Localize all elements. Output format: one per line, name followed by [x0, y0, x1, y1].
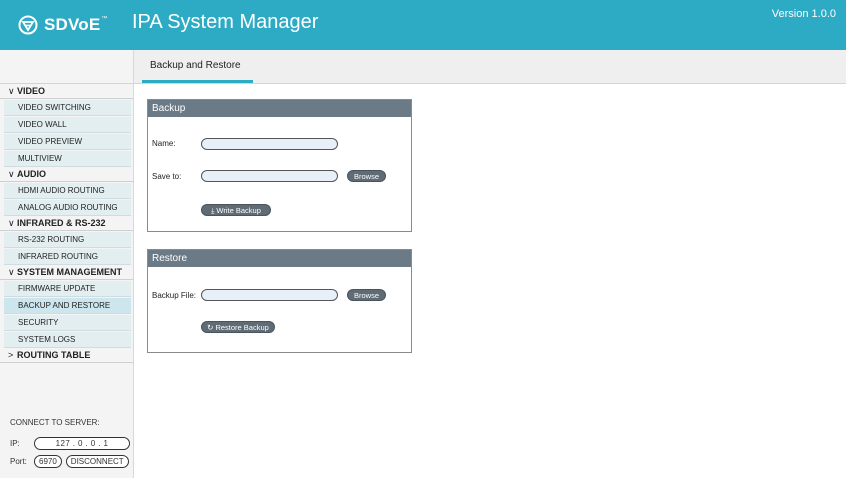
sidebar-group-label: VIDEO: [17, 86, 46, 96]
ip-row: IP: 127 . 0 . 0 . 1: [0, 437, 134, 450]
header-bar: SDVoE ™ IPA System Manager Version 1.0.0: [0, 0, 846, 50]
save-to-input[interactable]: [201, 170, 338, 182]
connect-panel: CONNECT TO SERVER: IP: 127 . 0 . 0 . 1 P…: [0, 418, 134, 473]
sidebar-group-routing-table[interactable]: > ROUTING TABLE: [0, 348, 133, 363]
sidebar-item-rs-232-routing[interactable]: RS-232 ROUTING: [4, 232, 131, 248]
tab-backup-and-restore[interactable]: Backup and Restore: [142, 50, 253, 83]
version-label: Version 1.0.0: [771, 8, 836, 20]
connect-title: CONNECT TO SERVER:: [10, 418, 100, 427]
sidebar-item-backup-and-restore[interactable]: BACKUP AND RESTORE: [4, 298, 131, 314]
sidebar-item-hdmi-audio-routing[interactable]: HDMI AUDIO ROUTING: [4, 183, 131, 199]
chevron-down-icon: ∨: [8, 267, 15, 277]
chevron-right-icon: >: [8, 350, 14, 360]
port-field[interactable]: 6970: [34, 455, 62, 468]
port-row: Port: 6970 DISCONNECT: [0, 455, 134, 468]
sidebar-group-label: AUDIO: [17, 169, 46, 179]
sidebar-group-infrared-and-rs-232[interactable]: ∨ INFRARED & RS-232: [0, 216, 133, 231]
download-icon: ⤓: [211, 206, 215, 215]
sidebar-item-system-logs[interactable]: SYSTEM LOGS: [4, 332, 131, 348]
restore-browse-button[interactable]: Browse: [347, 289, 386, 301]
write-backup-label: Write Backup: [216, 206, 261, 215]
sidebar-item-video-switching[interactable]: VIDEO SWITCHING: [4, 100, 131, 116]
sidebar-group-label: INFRARED & RS-232: [17, 218, 106, 228]
sidebar-group-audio[interactable]: ∨ AUDIO: [0, 167, 133, 182]
port-label: Port:: [10, 457, 27, 466]
name-label: Name:: [152, 139, 176, 148]
backup-name-input[interactable]: [201, 138, 338, 150]
logo-trademark: ™: [101, 16, 108, 22]
sdvoe-logo-icon: [18, 15, 38, 35]
ip-address-field[interactable]: 127 . 0 . 0 . 1: [34, 437, 130, 450]
sidebar-top-spacer: [0, 50, 134, 84]
sidebar-item-firmware-update[interactable]: FIRMWARE UPDATE: [4, 281, 131, 297]
restore-panel: Restore Backup File: Browse ↻ Restore Bac…: [147, 249, 412, 353]
backup-file-label: Backup File:: [152, 291, 197, 300]
sidebar-nav: ∨ VIDEO VIDEO SWITCHING VIDEO WALL VIDEO PRE…: [0, 84, 133, 363]
backup-file-input[interactable]: [201, 289, 338, 301]
write-backup-button[interactable]: ⤓ Write Backup: [201, 204, 271, 216]
tab-bar: Backup and Restore: [134, 50, 846, 84]
sidebar-group-label: ROUTING TABLE: [17, 350, 91, 360]
sidebar-item-analog-audio-routing[interactable]: ANALOG AUDIO ROUTING: [4, 200, 131, 216]
restore-backup-button[interactable]: ↻ Restore Backup: [201, 321, 275, 333]
save-to-label: Save to:: [152, 172, 182, 181]
sidebar-item-video-wall[interactable]: VIDEO WALL: [4, 117, 131, 133]
backup-panel-title: Backup: [148, 100, 411, 117]
refresh-icon: ↻: [207, 323, 214, 332]
sidebar-item-infrared-routing[interactable]: INFRARED ROUTING: [4, 249, 131, 265]
chevron-down-icon: ∨: [8, 86, 15, 96]
chevron-down-icon: ∨: [8, 218, 15, 228]
restore-panel-title: Restore: [148, 250, 411, 267]
app-window: SDVoE ™ IPA System Manager Version 1.0.0…: [0, 0, 846, 478]
sidebar-group-label: SYSTEM MANAGEMENT: [17, 267, 123, 277]
sdvoe-logo: SDVoE ™: [18, 14, 107, 36]
sidebar: ∨ VIDEO VIDEO SWITCHING VIDEO WALL VIDEO PRE…: [0, 84, 134, 478]
restore-backup-label: Restore Backup: [215, 323, 269, 332]
sidebar-item-multiview[interactable]: MULTIVIEW: [4, 151, 131, 167]
ip-label: IP:: [10, 439, 20, 448]
logo-text: SDVoE: [44, 15, 101, 34]
disconnect-button[interactable]: DISCONNECT: [65, 455, 129, 468]
sidebar-item-video-preview[interactable]: VIDEO PREVIEW: [4, 134, 131, 150]
sidebar-group-system-management[interactable]: ∨ SYSTEM MANAGEMENT: [0, 265, 133, 280]
chevron-down-icon: ∨: [8, 169, 15, 179]
backup-panel: Backup Name: Save to: Browse ⤓ Write Back…: [147, 99, 412, 232]
sidebar-item-security[interactable]: SECURITY: [4, 315, 131, 331]
app-title: IPA System Manager: [132, 11, 319, 33]
sidebar-group-video[interactable]: ∨ VIDEO: [0, 84, 133, 99]
backup-browse-button[interactable]: Browse: [347, 170, 386, 182]
